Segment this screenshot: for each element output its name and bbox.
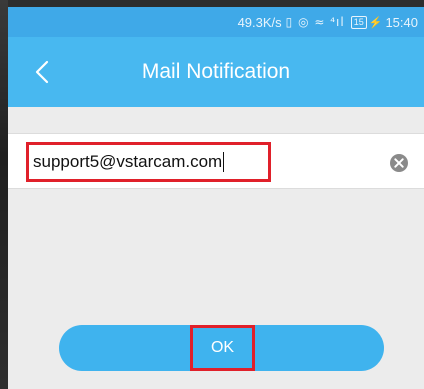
battery-level: 15 [350, 15, 367, 29]
window-frame-left [0, 0, 8, 389]
ok-button-label: OK [210, 339, 235, 356]
chevron-left-icon[interactable] [28, 58, 56, 86]
phone-screen: 49.3K/s ▯ ◎ ≈ ⁴ıl 15 ⚡ 15:40 Mail Notifi… [8, 7, 424, 389]
network-speed: 49.3K/s [237, 14, 282, 30]
email-form: support5@vstarcam.com [8, 133, 424, 189]
email-value[interactable]: support5@vstarcam.com [33, 152, 222, 172]
page-title: Mail Notification [141, 60, 291, 83]
ok-button-highlight[interactable]: OK [190, 325, 255, 371]
email-field[interactable]: support5@vstarcam.com [26, 142, 271, 182]
charging-icon: ⚡ [368, 16, 383, 29]
clock: 15:40 [385, 14, 418, 30]
clear-circle-icon[interactable] [389, 153, 409, 173]
window-frame-top [0, 0, 424, 7]
status-icons: ▯ ◎ ≈ ⁴ıl [285, 15, 345, 29]
status-bar: 49.3K/s ▯ ◎ ≈ ⁴ıl 15 ⚡ 15:40 [8, 7, 424, 37]
app-bar: Mail Notification [8, 37, 424, 107]
text-caret [223, 152, 225, 172]
